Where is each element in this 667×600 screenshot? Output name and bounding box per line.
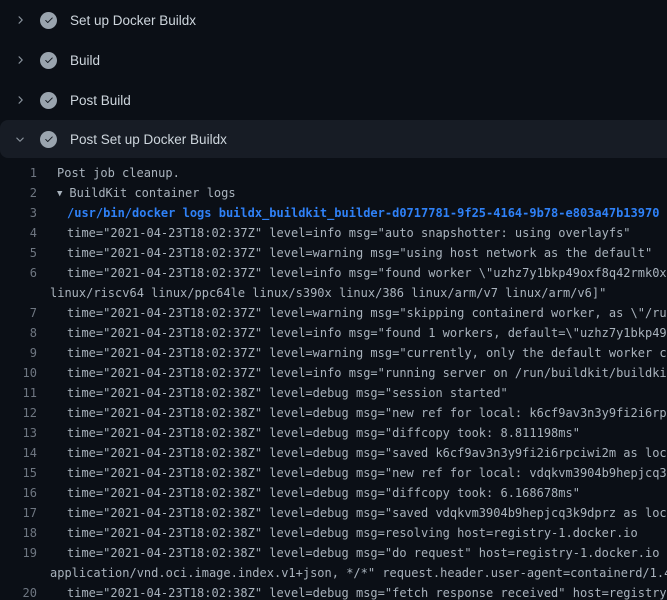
check-circle-icon <box>40 12 57 29</box>
chevron-down-icon[interactable] <box>12 131 28 147</box>
log-line-number[interactable]: 16 <box>0 483 37 503</box>
log-line-number[interactable]: 15 <box>0 463 37 483</box>
log-line-text: time="2021-04-23T18:02:37Z" level=info m… <box>50 363 667 383</box>
check-circle-icon <box>40 52 57 69</box>
log-line-text: ▼ BuildKit container logs <box>50 183 236 203</box>
group-collapse-toggle-icon[interactable]: ▼ <box>57 184 62 203</box>
log-line-text: time="2021-04-23T18:02:37Z" level=warnin… <box>50 303 667 323</box>
log-line-13: 13 time="2021-04-23T18:02:38Z" level=debu… <box>0 423 667 443</box>
chevron-right-icon[interactable] <box>12 52 28 68</box>
step-label: Set up Docker Buildx <box>70 13 196 28</box>
step-label: Post Build <box>70 93 131 108</box>
log-line-continuation: linux/riscv64 linux/ppc64le linux/s390x … <box>0 283 667 303</box>
step-build[interactable]: Build <box>0 40 667 80</box>
log-line-10: 10 time="2021-04-23T18:02:37Z" level=info… <box>0 363 667 383</box>
log-line-number[interactable]: 14 <box>0 443 37 463</box>
log-line-number[interactable]: 2 <box>0 183 37 203</box>
log-line-text: time="2021-04-23T18:02:38Z" level=debug … <box>50 543 667 563</box>
log-line-number[interactable]: 8 <box>0 323 37 343</box>
log-line-number[interactable]: 9 <box>0 343 37 363</box>
step-list: Set up Docker Buildx Build Post Build <box>0 0 667 158</box>
log-line-number[interactable]: 12 <box>0 403 37 423</box>
log-line-3: 3/usr/bin/docker logs buildx_buildkit_bu… <box>0 203 667 223</box>
check-circle-icon <box>40 92 57 109</box>
log-line-text: time="2021-04-23T18:02:37Z" level=warnin… <box>50 243 652 263</box>
log-line-20: 20 time="2021-04-23T18:02:38Z" level=debu… <box>0 583 667 600</box>
log-line-continuation: application/vnd.oci.image.index.v1+json,… <box>0 563 667 583</box>
log-line-2: 2 ▼ BuildKit container logs <box>0 183 667 203</box>
actions-log-viewer: Set up Docker Buildx Build Post Build <box>0 0 667 600</box>
log-line-number[interactable]: 11 <box>0 383 37 403</box>
log-line-number <box>0 283 37 303</box>
log-line-number[interactable]: 18 <box>0 523 37 543</box>
log-line-number[interactable]: 3 <box>0 203 37 223</box>
log-line-text: time="2021-04-23T18:02:38Z" level=debug … <box>50 483 580 503</box>
log-line-number[interactable]: 19 <box>0 543 37 563</box>
step-label: Build <box>70 53 100 68</box>
step-set-up-docker-buildx[interactable]: Set up Docker Buildx <box>0 0 667 40</box>
log-line-text: time="2021-04-23T18:02:37Z" level=warnin… <box>50 343 667 363</box>
log-line-number <box>0 563 37 583</box>
log-line-text: time="2021-04-23T18:02:38Z" level=debug … <box>50 503 667 523</box>
log-line-9: 9 time="2021-04-23T18:02:37Z" level=warni… <box>0 343 667 363</box>
log-line-text: time="2021-04-23T18:02:37Z" level=info m… <box>50 263 667 283</box>
step-post-build[interactable]: Post Build <box>0 80 667 120</box>
log-line-number[interactable]: 5 <box>0 243 37 263</box>
log-line-text: application/vnd.oci.image.index.v1+json,… <box>50 563 667 583</box>
log-line-text: time="2021-04-23T18:02:37Z" level=info m… <box>50 323 667 343</box>
log-line-number[interactable]: 10 <box>0 363 37 383</box>
log-line-17: 17 time="2021-04-23T18:02:38Z" level=debu… <box>0 503 667 523</box>
log-line-8: 8 time="2021-04-23T18:02:37Z" level=info … <box>0 323 667 343</box>
log-line-11: 11 time="2021-04-23T18:02:38Z" level=debu… <box>0 383 667 403</box>
log-line-text: time="2021-04-23T18:02:37Z" level=info m… <box>50 223 631 243</box>
log-line-number[interactable]: 20 <box>0 583 37 600</box>
log-line-number[interactable]: 4 <box>0 223 37 243</box>
log-line-15: 15 time="2021-04-23T18:02:38Z" level=debu… <box>0 463 667 483</box>
log-line-text: time="2021-04-23T18:02:38Z" level=debug … <box>50 423 580 443</box>
log-line-18: 18 time="2021-04-23T18:02:38Z" level=debu… <box>0 523 667 543</box>
log-line-text: time="2021-04-23T18:02:38Z" level=debug … <box>50 383 508 403</box>
log-line-number[interactable]: 6 <box>0 263 37 283</box>
log-line-14: 14 time="2021-04-23T18:02:38Z" level=debu… <box>0 443 667 463</box>
log-line-19: 19 time="2021-04-23T18:02:38Z" level=debu… <box>0 543 667 563</box>
chevron-right-icon[interactable] <box>12 92 28 108</box>
chevron-right-icon[interactable] <box>12 12 28 28</box>
log-line-7: 7 time="2021-04-23T18:02:37Z" level=warni… <box>0 303 667 323</box>
group-title[interactable]: BuildKit container logs <box>69 186 235 200</box>
log-line-text: Post job cleanup. <box>50 163 180 183</box>
log-line-number[interactable]: 1 <box>0 163 37 183</box>
log-line-text: time="2021-04-23T18:02:38Z" level=debug … <box>50 443 667 463</box>
log-line-4: 4 time="2021-04-23T18:02:37Z" level=info … <box>0 223 667 243</box>
log-line-16: 16 time="2021-04-23T18:02:38Z" level=debu… <box>0 483 667 503</box>
log-line-number[interactable]: 7 <box>0 303 37 323</box>
log-line-5: 5 time="2021-04-23T18:02:37Z" level=warni… <box>0 243 667 263</box>
step-label: Post Set up Docker Buildx <box>70 132 227 147</box>
log-line-number[interactable]: 17 <box>0 503 37 523</box>
log-line-1: 1 Post job cleanup. <box>0 163 667 183</box>
log-line-text: time="2021-04-23T18:02:38Z" level=debug … <box>50 403 667 423</box>
log-line-text: linux/riscv64 linux/ppc64le linux/s390x … <box>50 283 606 303</box>
log-area: 1 Post job cleanup. 2 ▼ BuildKit container l… <box>0 158 667 600</box>
log-line-text: time="2021-04-23T18:02:38Z" level=debug … <box>50 523 638 543</box>
log-line-6: 6 time="2021-04-23T18:02:37Z" level=info … <box>0 263 667 283</box>
log-line-text: time="2021-04-23T18:02:38Z" level=debug … <box>50 463 667 483</box>
log-line-number[interactable]: 13 <box>0 423 37 443</box>
log-line-12: 12 time="2021-04-23T18:02:38Z" level=debu… <box>0 403 667 423</box>
check-circle-icon <box>40 131 57 148</box>
log-line-text: time="2021-04-23T18:02:38Z" level=debug … <box>50 583 667 600</box>
log-command-text: /usr/bin/docker logs buildx_buildkit_bui… <box>50 203 659 223</box>
step-post-set-up-docker-buildx[interactable]: Post Set up Docker Buildx <box>0 120 667 158</box>
